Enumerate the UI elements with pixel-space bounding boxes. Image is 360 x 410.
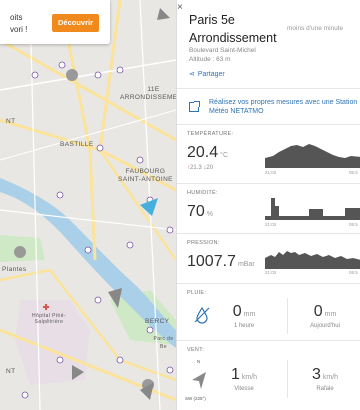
promo-popup: oits vori ! Découvrir bbox=[0, 0, 110, 44]
divider bbox=[177, 233, 360, 234]
humidity-label: HUMIDITÉ: bbox=[187, 190, 218, 196]
pressure-unit: mBar bbox=[237, 261, 255, 268]
map-label-hopital: Hôpital Pitié- Salpêtrière bbox=[32, 313, 66, 325]
temperature-min: 20 bbox=[206, 165, 214, 171]
wind-gust-value: 3 km/h bbox=[295, 366, 355, 384]
temperature-number: 20.4 bbox=[187, 144, 219, 161]
station-address: Boulevard Saint-Michel bbox=[189, 47, 256, 54]
map-label-nt: NT bbox=[6, 118, 16, 125]
wind-north-label: N bbox=[197, 359, 201, 364]
wind-speed-caption: Vitesse bbox=[234, 386, 254, 392]
humidity-unit: % bbox=[206, 211, 214, 218]
humidity-sparkline[interactable] bbox=[265, 192, 360, 222]
map[interactable]: 11E ARRONDISSEMENT BASTILLE FAUBOURG SAI… bbox=[0, 0, 176, 410]
wind-gust: 3 km/h Rafale bbox=[295, 366, 355, 392]
temperature-unit: °C bbox=[220, 152, 228, 159]
last-update: moins d'une minute bbox=[287, 25, 344, 32]
close-button[interactable]: × bbox=[177, 3, 183, 13]
share-label: Partager bbox=[197, 71, 225, 78]
rain-day: 0 mm Aujourd'hui bbox=[295, 303, 355, 329]
rain-hour-unit: mm bbox=[243, 311, 256, 318]
rain-day-number: 0 bbox=[313, 303, 323, 320]
wind-direction-icon bbox=[192, 372, 206, 389]
map-label-parc-bercy: Parc de Be bbox=[153, 336, 174, 350]
temperature-sparkline[interactable] bbox=[265, 140, 360, 170]
pressure-number: 1007.7 bbox=[187, 253, 236, 270]
wind-direction: SW (225°) bbox=[185, 396, 206, 401]
temperature-tick-end: 05:5 bbox=[349, 170, 358, 175]
wind-speed-unit: km/h bbox=[241, 374, 258, 381]
divider bbox=[287, 360, 288, 398]
divider bbox=[287, 298, 288, 334]
rain-day-unit: mm bbox=[324, 311, 337, 318]
pressure-sparkline[interactable] bbox=[265, 243, 360, 271]
map-label-faubourg: FAUBOURG SAINT-ANTOINE bbox=[118, 168, 173, 183]
map-canvas[interactable] bbox=[0, 0, 176, 410]
map-label-11e: 11E ARRONDISSEMENT bbox=[120, 86, 176, 101]
temperature-minmax: ↑21.3 ↓20 bbox=[187, 165, 213, 171]
rain-hour-caption: 1 heure bbox=[233, 323, 255, 329]
pressure-tick-end: 05:5 bbox=[349, 270, 358, 275]
rain-hour: 0 mm 1 heure bbox=[219, 303, 269, 329]
share-icon: ⋖ bbox=[189, 71, 195, 78]
map-label-bercy: BERCY bbox=[145, 318, 170, 325]
station-marker bbox=[66, 69, 78, 81]
wind-label: VENT: bbox=[187, 347, 205, 353]
wind-gust-number: 3 bbox=[311, 366, 321, 383]
divider bbox=[177, 283, 360, 284]
humidity-tick-end: 05:5 bbox=[349, 222, 358, 227]
wind-speed: 1 km/h Vitesse bbox=[219, 366, 269, 392]
external-link-icon bbox=[189, 101, 200, 112]
divider bbox=[177, 124, 360, 125]
measure-promo-text: Réalisez vos propres mesures avec une St… bbox=[209, 99, 358, 115]
pressure-tick-start: 21:02 bbox=[265, 270, 277, 275]
wind-gust-unit: km/h bbox=[322, 374, 339, 381]
humidity-number: 70 bbox=[187, 203, 205, 220]
promo-text-line1: oits bbox=[10, 13, 23, 22]
station-altitude: Altitude : 63 m bbox=[189, 56, 231, 63]
temperature-value: 20.4 °C bbox=[187, 144, 228, 162]
humidity-value: 70% bbox=[187, 203, 213, 221]
map-label-plantes: Plantes bbox=[2, 266, 27, 273]
promo-text-line2: vori ! bbox=[10, 25, 28, 34]
humidity-tick-start: 21:02 bbox=[265, 222, 277, 227]
rain-day-caption: Aujourd'hui bbox=[310, 323, 340, 329]
map-label-bastille: BASTILLE bbox=[60, 141, 94, 148]
share-link[interactable]: ⋖ Partager bbox=[189, 70, 225, 78]
temperature-tick-start: 21:02 bbox=[265, 170, 277, 175]
pressure-value: 1007.7 mBar bbox=[187, 253, 255, 271]
rain-label: PLUIE: bbox=[187, 290, 207, 296]
temperature-max: 21.3 bbox=[190, 165, 202, 171]
temperature-label: TEMPÉRATURE: bbox=[187, 131, 234, 137]
divider bbox=[177, 340, 360, 341]
rain-hour-number: 0 bbox=[232, 303, 242, 320]
wind-speed-value: 1 km/h bbox=[219, 366, 269, 384]
station-title: Paris 5e Arrondissement bbox=[189, 13, 277, 45]
station-panel: × Paris 5e Arrondissement moins d'une mi… bbox=[176, 0, 360, 410]
pressure-label: PRESSION: bbox=[187, 240, 220, 246]
rain-hour-value: 0 mm bbox=[219, 303, 269, 321]
rain-off-icon bbox=[194, 306, 210, 324]
discover-button[interactable]: Découvrir bbox=[52, 14, 99, 32]
station-marker bbox=[14, 246, 26, 258]
promo-text: oits vori ! bbox=[10, 12, 27, 36]
divider bbox=[177, 183, 360, 184]
station-address-block: Boulevard Saint-Michel Altitude : 63 m bbox=[189, 46, 256, 64]
map-label-nt: NT bbox=[6, 368, 16, 375]
divider bbox=[177, 88, 360, 89]
wind-gust-caption: Rafale bbox=[316, 386, 334, 392]
rain-day-value: 0 mm bbox=[295, 303, 355, 321]
wind-speed-number: 1 bbox=[230, 366, 240, 383]
